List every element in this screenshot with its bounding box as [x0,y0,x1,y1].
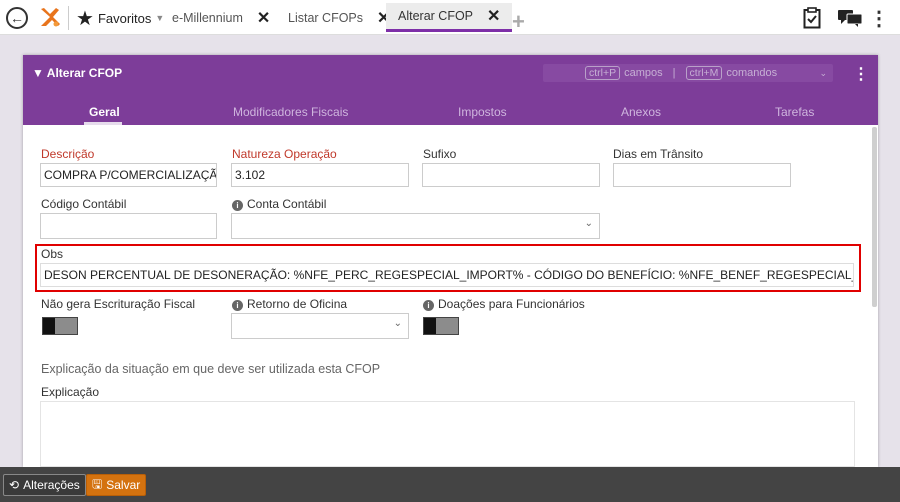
back-icon[interactable]: ← [6,7,28,29]
tab-listar-cfops[interactable]: Listar CFOPs ✕ [288,3,390,32]
chat-icon[interactable] [836,7,864,29]
obs-label: Obs [41,247,64,261]
alteracoes-button[interactable]: ⟲ Alterações [3,474,86,496]
tab-tarefas[interactable]: Tarefas [775,105,814,119]
obs-field[interactable]: DESON PERCENTUAL DE DESONERAÇÃO: %NFE_PE… [40,263,854,287]
separator [68,6,69,30]
natureza-operacao-field[interactable]: 3.102 [231,163,409,187]
alteracoes-label: Alterações [23,478,80,492]
main-area: ▼ Alterar CFOP ctrl+P campos | ctrl+M co… [0,35,900,467]
save-button[interactable]: 🖫 Salvar [86,474,147,496]
dias-em-transito-field[interactable] [613,163,791,187]
history-icon: ⟲ [9,478,20,492]
tab-anexos[interactable]: Anexos [621,105,661,119]
star-icon: ★ [76,7,94,30]
codigo-contabil-field[interactable] [40,213,217,239]
clipboard-check-icon[interactable] [800,6,824,30]
info-icon[interactable]: i [423,300,434,311]
doacoes-funcionarios-label: i Doações para Funcionários [423,297,585,311]
tab-impostos[interactable]: Impostos [458,105,507,119]
chevron-down-icon: ⌄ [584,218,593,229]
active-tab-indicator [84,122,122,125]
chevron-down-icon[interactable]: ⌄ [819,68,827,79]
explicacao-label: Explicação [41,385,100,399]
card-title[interactable]: ▼ Alterar CFOP [32,66,122,80]
tab-alterar-cfop[interactable]: Alterar CFOP ✕ [386,3,513,32]
descricao-field[interactable]: COMPRA P/COMERCIALIZAÇÃO R [40,163,217,187]
hint-fields-label: campos [624,67,663,79]
info-icon[interactable]: i [232,200,243,211]
tab-geral[interactable]: Geral [89,105,120,119]
hint-separator: | [672,67,676,79]
nao-gera-escrituracao-toggle[interactable] [42,317,78,335]
app-logo-icon[interactable] [38,5,62,29]
explicacao-textarea[interactable] [40,401,855,467]
save-icon: 🖫 [92,476,103,491]
close-icon[interactable]: ✕ [487,6,500,26]
hint-commands-label: comandos [726,67,778,79]
retorno-de-oficina-label: i Retorno de Oficina [232,297,347,311]
doacoes-funcionarios-toggle[interactable] [423,317,459,335]
favorites-menu[interactable]: ★ Favoritos ▼ [76,6,164,30]
info-icon[interactable]: i [232,300,243,311]
nao-gera-escrituracao-label: Não gera Escrituração Fiscal [41,297,196,311]
close-icon[interactable]: ✕ [257,8,270,28]
favorites-label: Favoritos [97,10,152,26]
caret-down-icon: ▼ [32,66,44,80]
sufixo-field[interactable] [422,163,600,187]
save-label: Salvar [106,478,141,492]
tab-label: Alterar CFOP [398,9,474,23]
tab-label: Listar CFOPs [288,10,364,25]
top-bar: ← ★ Favoritos ▼ e-Millennium ✕ Listar CF… [0,0,900,35]
tab-modificadores-fiscais[interactable]: Modificadores Fiscais [233,105,348,119]
codigo-contabil-label: Código Contábil [41,197,127,211]
sufixo-label: Sufixo [423,147,457,161]
chevron-down-icon: ⌄ [393,318,402,329]
descricao-label: Descrição [41,147,95,161]
more-vertical-icon[interactable]: ⋮ [869,6,889,30]
conta-contabil-select[interactable]: ⌄ [231,213,600,239]
tab-label: e-Millennium [172,10,243,25]
hint-commands-key: ctrl+M [685,66,723,80]
retorno-de-oficina-select[interactable]: ⌄ [231,313,409,339]
more-vertical-icon[interactable]: ⋮ [853,64,869,84]
hint-fields-key: ctrl+P [585,66,621,80]
scrollbar[interactable] [872,127,877,307]
card-header: ▼ Alterar CFOP ctrl+P campos | ctrl+M co… [23,55,878,125]
form-card: ▼ Alterar CFOP ctrl+P campos | ctrl+M co… [23,55,878,467]
dias-em-transito-label: Dias em Trânsito [613,147,704,161]
conta-contabil-label: i Conta Contábil [232,197,326,211]
footer-toolbar: ⟲ Alterações 🖫 Salvar [0,467,900,502]
shortcut-hints[interactable]: ctrl+P campos | ctrl+M comandos ⌄ [543,64,833,82]
explicacao-section-title: Explicação da situação em que deve ser u… [41,362,381,376]
natureza-operacao-label: Natureza Operação [232,147,337,161]
card-title-label: Alterar CFOP [46,66,123,80]
chevron-down-icon: ▼ [155,13,165,23]
add-tab-icon[interactable]: + [512,9,525,35]
tab-e-millennium[interactable]: e-Millennium ✕ [172,3,270,32]
